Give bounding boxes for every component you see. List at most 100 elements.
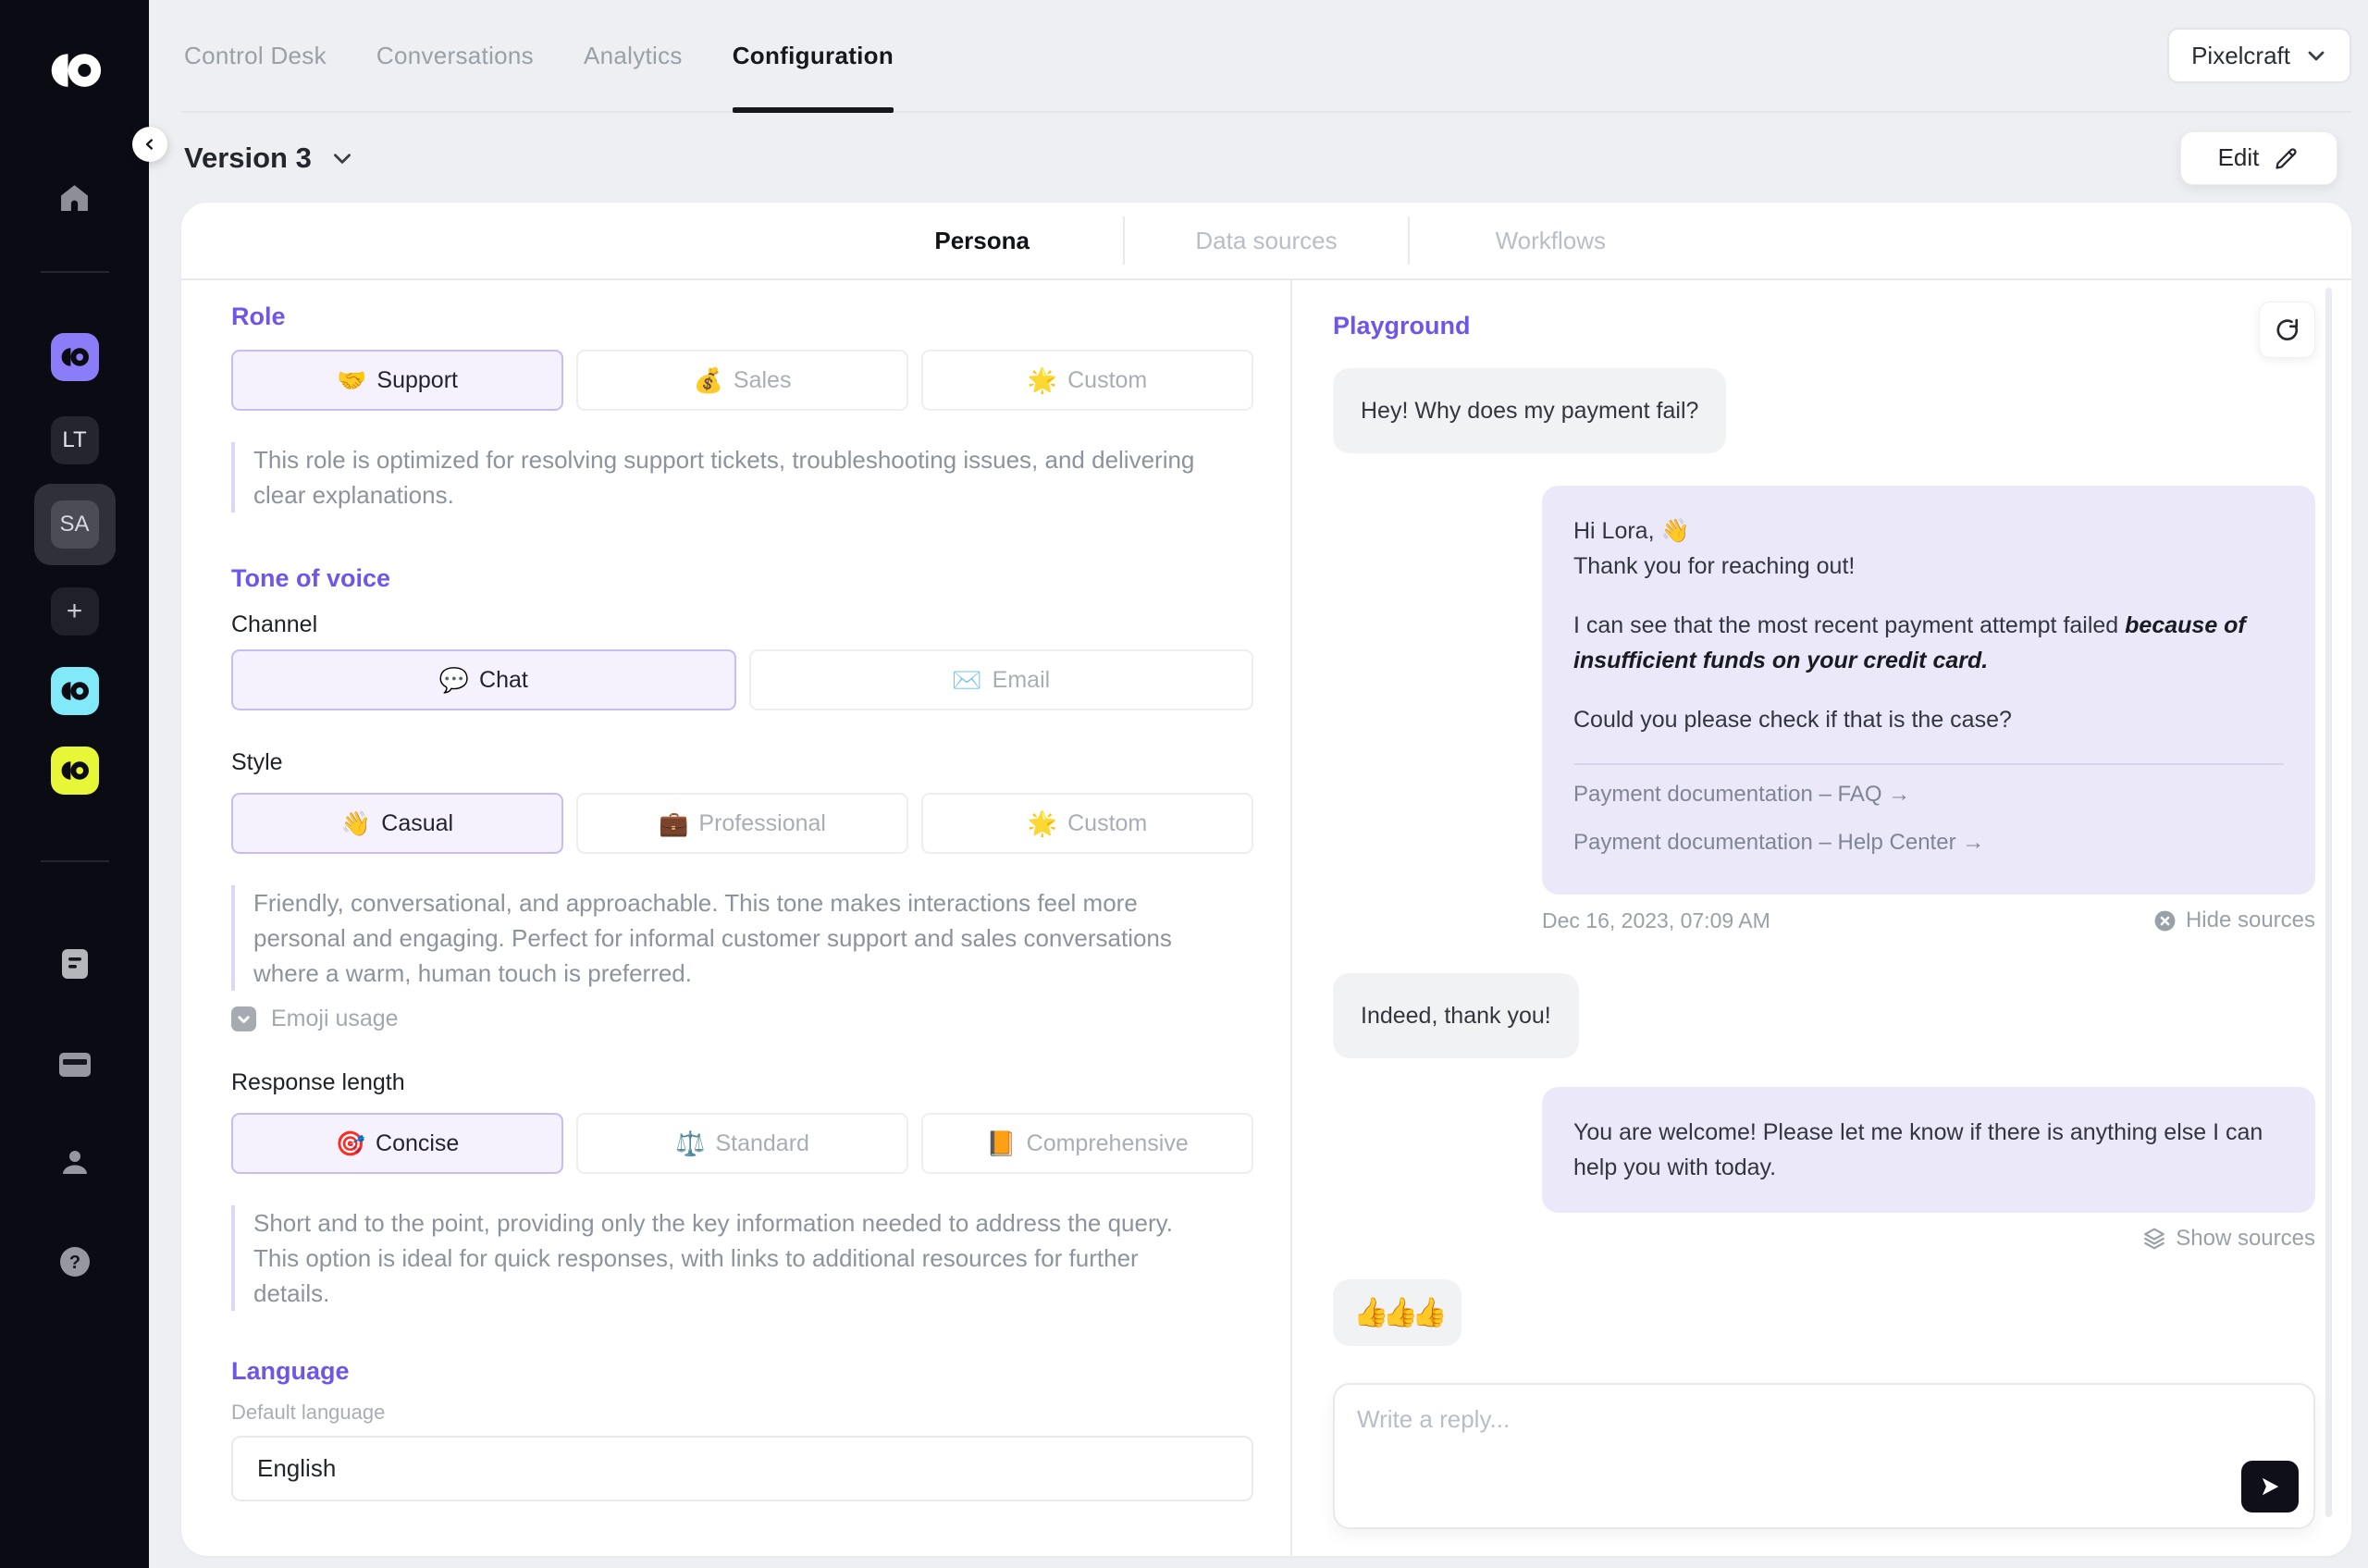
edit-label: Edit <box>2218 143 2260 172</box>
speech-balloon-emoji: 💬 <box>439 668 469 692</box>
chat-message-bot: You are welcome! Please let me know if t… <box>1542 1087 2315 1213</box>
style-options: 👋 Casual 💼 Professional 🌟 Custom <box>231 793 1253 854</box>
dart-emoji: 🎯 <box>336 1131 365 1155</box>
profile-button[interactable] <box>51 1139 99 1187</box>
tab-group: Persona Data sources Workflows <box>841 203 1692 278</box>
workspace-tile-yellow[interactable] <box>51 747 99 795</box>
reply-input[interactable] <box>1335 1385 2313 1527</box>
bot-line: Thank you for reaching out! <box>1573 549 2284 584</box>
style-description: Friendly, conversational, and approachab… <box>231 885 1221 991</box>
style-option-casual[interactable]: 👋 Casual <box>231 793 563 854</box>
sidebar-divider-top <box>41 271 109 273</box>
send-icon <box>2258 1475 2282 1499</box>
role-option-custom[interactable]: 🌟 Custom <box>921 350 1253 411</box>
top-nav: Control Desk Conversations Analytics Con… <box>181 0 2351 113</box>
main-area: Control Desk Conversations Analytics Con… <box>149 0 2368 1568</box>
handshake-emoji: 🤝 <box>337 368 366 392</box>
card-body: Role 🤝 Support 💰 Sales 🌟 Custom <box>181 280 2351 1556</box>
notes-button[interactable] <box>51 940 99 988</box>
configuration-card: Persona Data sources Workflows Role 🤝 Su… <box>181 203 2351 1556</box>
workspace-tile-lt[interactable]: LT <box>51 416 99 464</box>
bot-question: Could you please check if that is the ca… <box>1573 702 2284 737</box>
add-workspace-button[interactable]: + <box>51 587 99 636</box>
source-link-faq[interactable]: Payment documentation – FAQ → <box>1573 771 1910 819</box>
version-selector[interactable]: Version 3 <box>184 142 354 175</box>
playground-header: Playground <box>1333 302 2315 361</box>
message-meta-row: Dec 16, 2023, 07:09 AM Hide sources <box>1542 907 2315 933</box>
workspace-tile-sa-selected[interactable]: SA <box>34 484 116 565</box>
nav-item-control-desk[interactable]: Control Desk <box>184 0 327 111</box>
default-language-value: English <box>257 1454 336 1483</box>
workspace-logo-icon <box>59 347 90 367</box>
nav-item-configuration[interactable]: Configuration <box>733 0 894 111</box>
hide-sources-button[interactable]: Hide sources <box>2153 907 2315 933</box>
role-option-sales[interactable]: 💰 Sales <box>576 350 908 411</box>
chat-message-bot: Hi Lora, 👋 Thank you for reaching out! I… <box>1542 486 2315 895</box>
channel-options: 💬 Chat ✉️ Email <box>231 649 1253 710</box>
response-description: Short and to the point, providing only t… <box>231 1205 1221 1311</box>
edit-button[interactable]: Edit <box>2180 131 2337 185</box>
star-emoji: 🌟 <box>1028 368 1057 392</box>
briefcase-emoji: 💼 <box>659 811 688 835</box>
chat-message-user: Hey! Why does my payment fail? <box>1333 368 1726 453</box>
source-link-help-center[interactable]: Payment documentation – Help Center → <box>1573 819 1984 867</box>
response-option-standard[interactable]: ⚖️ Standard <box>576 1113 908 1174</box>
playground-panel: Playground Hey! Why does my payment fail… <box>1292 280 2351 1556</box>
workspace-tile-cyan[interactable] <box>51 667 99 715</box>
org-switcher-button[interactable]: Pixelcraft <box>2167 28 2351 83</box>
nav-item-analytics[interactable]: Analytics <box>584 0 683 111</box>
credit-card-icon <box>58 1052 92 1078</box>
role-option-support[interactable]: 🤝 Support <box>231 350 563 411</box>
notes-icon <box>61 948 89 980</box>
sidebar: LT SA + <box>0 0 149 1568</box>
close-circle-icon <box>2153 909 2177 932</box>
channel-option-email[interactable]: ✉️ Email <box>749 649 1254 710</box>
svg-text:?: ? <box>68 1253 80 1273</box>
layers-icon <box>2142 1227 2166 1251</box>
workspace-tile-purple[interactable] <box>51 333 99 381</box>
default-language-label: Default language <box>231 1401 1253 1425</box>
response-length-options: 🎯 Concise ⚖️ Standard 📙 Comprehensive <box>231 1113 1253 1174</box>
message-timestamp: Dec 16, 2023, 07:09 AM <box>1542 908 1770 933</box>
tab-row: Persona Data sources Workflows <box>181 203 2351 280</box>
style-option-custom[interactable]: 🌟 Custom <box>921 793 1253 854</box>
channel-option-chat[interactable]: 💬 Chat <box>231 649 736 710</box>
reply-composer <box>1333 1383 2315 1529</box>
sidebar-collapse-button[interactable] <box>132 127 167 162</box>
refresh-conversation-button[interactable] <box>2259 302 2315 358</box>
nav-item-conversations[interactable]: Conversations <box>376 0 534 111</box>
response-option-comprehensive[interactable]: 📙 Comprehensive <box>921 1113 1253 1174</box>
envelope-emoji: ✉️ <box>952 668 981 692</box>
chevron-left-icon <box>142 136 158 153</box>
language-heading: Language <box>231 1357 1253 1386</box>
style-label: Style <box>231 749 1253 776</box>
workspace-initials: LT <box>62 427 86 453</box>
help-button[interactable]: ? <box>51 1238 99 1286</box>
playground-scrollbar[interactable] <box>2325 288 2332 1517</box>
send-button[interactable] <box>2241 1461 2299 1512</box>
response-length-label: Response length <box>231 1069 1253 1096</box>
default-language-select[interactable]: English <box>231 1436 1253 1501</box>
emoji-usage-checkbox[interactable] <box>231 1006 256 1031</box>
org-name: Pixelcraft <box>2191 42 2290 70</box>
app-root: LT SA + <box>0 0 2368 1568</box>
money-bag-emoji: 💰 <box>694 368 723 392</box>
show-sources-row: Show sources <box>1542 1226 2315 1252</box>
home-button[interactable] <box>51 173 99 221</box>
role-heading: Role <box>231 302 1253 331</box>
response-option-concise[interactable]: 🎯 Concise <box>231 1113 563 1174</box>
tab-workflows[interactable]: Workflows <box>1410 227 1692 255</box>
persona-panel: Role 🤝 Support 💰 Sales 🌟 Custom <box>181 280 1292 1556</box>
tab-persona[interactable]: Persona <box>841 227 1123 255</box>
billing-button[interactable] <box>51 1041 99 1089</box>
role-description: This role is optimized for resolving sup… <box>231 442 1221 512</box>
version-label: Version 3 <box>184 142 312 175</box>
brand-logo <box>47 42 103 99</box>
tone-heading: Tone of voice <box>231 564 1253 593</box>
version-toolbar: Version 3 Edit <box>181 113 2351 203</box>
show-sources-label: Show sources <box>2176 1226 2315 1252</box>
person-icon <box>60 1148 90 1178</box>
show-sources-button[interactable]: Show sources <box>2142 1226 2315 1252</box>
style-option-professional[interactable]: 💼 Professional <box>576 793 908 854</box>
tab-data-sources[interactable]: Data sources <box>1125 227 1407 255</box>
